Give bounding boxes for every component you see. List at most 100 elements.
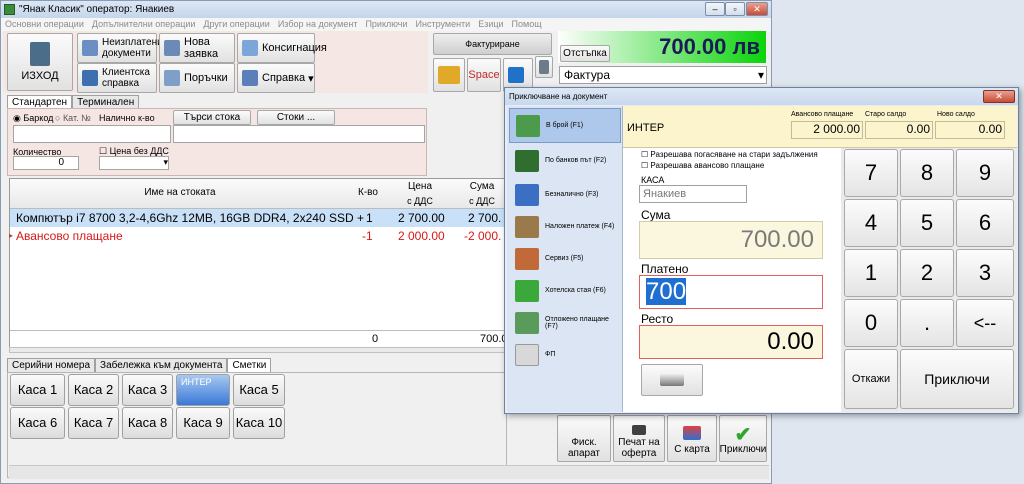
paid-input[interactable]: 700 — [639, 275, 823, 309]
cash-button-inter[interactable]: ИНТЕР — [176, 374, 230, 406]
discount-button[interactable]: Отстъпка — [560, 45, 610, 62]
method-bank[interactable]: По банков път (F2) — [509, 143, 621, 178]
allow-advance-checkbox[interactable]: ☐ Разрешава авансово плащане — [641, 161, 764, 170]
tab-serials[interactable]: Серийни номера — [7, 358, 96, 372]
key-4[interactable]: 4 — [844, 199, 898, 247]
fiscal-device-button[interactable]: Фиск. апарат — [557, 415, 611, 462]
tab-doc-note[interactable]: Забележка към документа — [95, 358, 228, 372]
menu-tools[interactable]: Инструменти — [412, 18, 475, 31]
table-row[interactable]: Компютър i7 8700 3,2-4,6Ghz 12MB, 16GB D… — [10, 209, 510, 227]
catno-radio[interactable]: ○ Кат. № — [55, 113, 91, 123]
dialog-close-button[interactable]: ✕ — [983, 90, 1015, 103]
cash-button-3[interactable]: Каса 3 — [122, 374, 173, 406]
menu-other-ops[interactable]: Други операции — [199, 18, 273, 31]
exit-button[interactable]: ИЗХОД — [7, 33, 73, 91]
key-7[interactable]: 7 — [844, 149, 898, 197]
key-0[interactable]: 0 — [844, 299, 898, 347]
email-button[interactable] — [433, 58, 465, 92]
row-name: Компютър i7 8700 3,2-4,6Ghz 12MB, 16GB D… — [16, 211, 364, 225]
cancel-button[interactable]: Откажи — [844, 349, 898, 409]
method-deferred[interactable]: Отложено плащане (F7) — [509, 305, 621, 340]
horizontal-scrollbar[interactable] — [9, 347, 509, 353]
tab-standard[interactable]: Стандартен — [7, 95, 73, 109]
client-report-button[interactable]: Клиентска справка — [77, 63, 157, 93]
calculator-button[interactable] — [535, 56, 553, 78]
close-button[interactable]: ✕ — [746, 2, 768, 16]
search-tabs: Стандартен Терминален — [7, 95, 140, 109]
cash-button-5[interactable]: Каса 5 — [233, 374, 285, 406]
qty-input[interactable]: 0 — [13, 156, 79, 170]
finish-button[interactable]: ✔ Приключи — [719, 415, 767, 462]
cash-drawer-button[interactable] — [641, 364, 703, 396]
col-sum-header[interactable]: Сума — [454, 181, 510, 192]
cash-button-10[interactable]: Каса 10 — [233, 407, 285, 439]
table-icon — [82, 70, 98, 86]
table-row[interactable]: ▸ Авансово плащане -1 2 000.00 -2 000. — [9, 227, 510, 245]
money-icon — [516, 114, 540, 137]
new-request-button[interactable]: Нова заявка — [159, 33, 235, 63]
method-fp[interactable]: ФП — [509, 337, 621, 372]
kasa-field[interactable]: Янакиев — [639, 185, 747, 203]
goods-search-input[interactable] — [173, 125, 425, 143]
cash-button-6[interactable]: Каса 6 — [10, 407, 65, 439]
payment-dialog: Приключване на документ ✕ В брой (F1) По… — [504, 87, 1019, 414]
key-2[interactable]: 2 — [900, 249, 954, 297]
cash-button-8[interactable]: Каса 8 — [122, 407, 173, 439]
method-cod[interactable]: Наложен платеж (F4) — [509, 209, 621, 244]
menu-finish[interactable]: Приключи — [361, 18, 411, 31]
key-9[interactable]: 9 — [956, 149, 1014, 197]
row-qty: 1 — [366, 211, 373, 225]
key-8[interactable]: 8 — [900, 149, 954, 197]
key-backspace[interactable]: <-- — [956, 299, 1014, 347]
cash-button-7[interactable]: Каса 7 — [68, 407, 119, 439]
price-select[interactable]: ▾ — [99, 156, 169, 170]
find-goods-button[interactable]: Търси стока — [173, 110, 251, 125]
menu-extra-ops[interactable]: Допълнителни операции — [88, 18, 200, 31]
change-label: Ресто — [641, 312, 674, 326]
unpaid-docs-button[interactable]: Неизплатени документи — [77, 33, 163, 63]
invoicing-button[interactable]: Фактуриране — [433, 33, 552, 55]
allow-old-debt-checkbox[interactable]: ☐ Разрешава погасяване на стари задължен… — [641, 150, 818, 159]
space-button[interactable]: Space — [467, 58, 501, 92]
method-cashless[interactable]: Безналично (F3) — [509, 177, 621, 212]
maximize-button[interactable]: ▫ — [725, 2, 745, 16]
key-1[interactable]: 1 — [844, 249, 898, 297]
key-dot[interactable]: . — [900, 299, 954, 347]
cash-button-1[interactable]: Каса 1 — [10, 374, 65, 406]
print-offer-button[interactable]: Печат на оферта — [613, 415, 665, 462]
barcode-radio[interactable]: ◉ Баркод — [13, 113, 53, 124]
key-6[interactable]: 6 — [956, 199, 1014, 247]
dialog-finish-button[interactable]: Приключи — [900, 349, 1014, 409]
menu-help[interactable]: Помощ — [508, 18, 546, 31]
col-qty-header[interactable]: К-во — [350, 187, 386, 198]
orders-button[interactable]: Поръчки — [159, 63, 235, 93]
cash-button-9[interactable]: Каса 9 — [176, 407, 230, 439]
dropdown-arrow-icon: ▾ — [308, 72, 314, 85]
footer-qty: 0 — [372, 333, 379, 345]
tab-terminal[interactable]: Терминален — [72, 95, 140, 109]
goods-button[interactable]: Стоки ... — [257, 110, 335, 125]
minimize-button[interactable]: – — [705, 2, 725, 16]
menu-main-ops[interactable]: Основни операции — [1, 18, 88, 31]
consignment-button[interactable]: Консигнация — [237, 33, 327, 63]
method-cash[interactable]: В брой (F1) — [509, 108, 621, 143]
doc-type-select[interactable]: Фактура ▾ — [559, 66, 767, 84]
key-3[interactable]: 3 — [956, 249, 1014, 297]
report-button[interactable]: Справка ▾ — [237, 63, 315, 93]
checkmark-icon: ✔ — [734, 424, 752, 446]
card-payment-button[interactable]: С карта — [667, 415, 717, 462]
menu-doc-select[interactable]: Избор на документ — [274, 18, 362, 31]
col-name-header[interactable]: Име на стоката — [10, 187, 350, 198]
method-service[interactable]: Сервиз (F5) — [509, 241, 621, 276]
menu-languages[interactable]: Езици — [474, 18, 507, 31]
method-hotel[interactable]: Хотелска стая (F6) — [509, 273, 621, 308]
barcode-input[interactable] — [13, 125, 171, 143]
title-bar: "Янак Класик" оператор: Янакиев – ▫ ✕ — [1, 1, 771, 18]
cash-button-2[interactable]: Каса 2 — [68, 374, 119, 406]
tab-accounts[interactable]: Сметки — [227, 358, 272, 372]
key-5[interactable]: 5 — [900, 199, 954, 247]
new-balance-label: Ново салдо — [937, 111, 975, 118]
col-price-header[interactable]: Цена — [386, 181, 454, 192]
col-sum-sub: с ДДС — [469, 196, 495, 206]
dropdown-arrow-icon: ▾ — [757, 68, 764, 82]
